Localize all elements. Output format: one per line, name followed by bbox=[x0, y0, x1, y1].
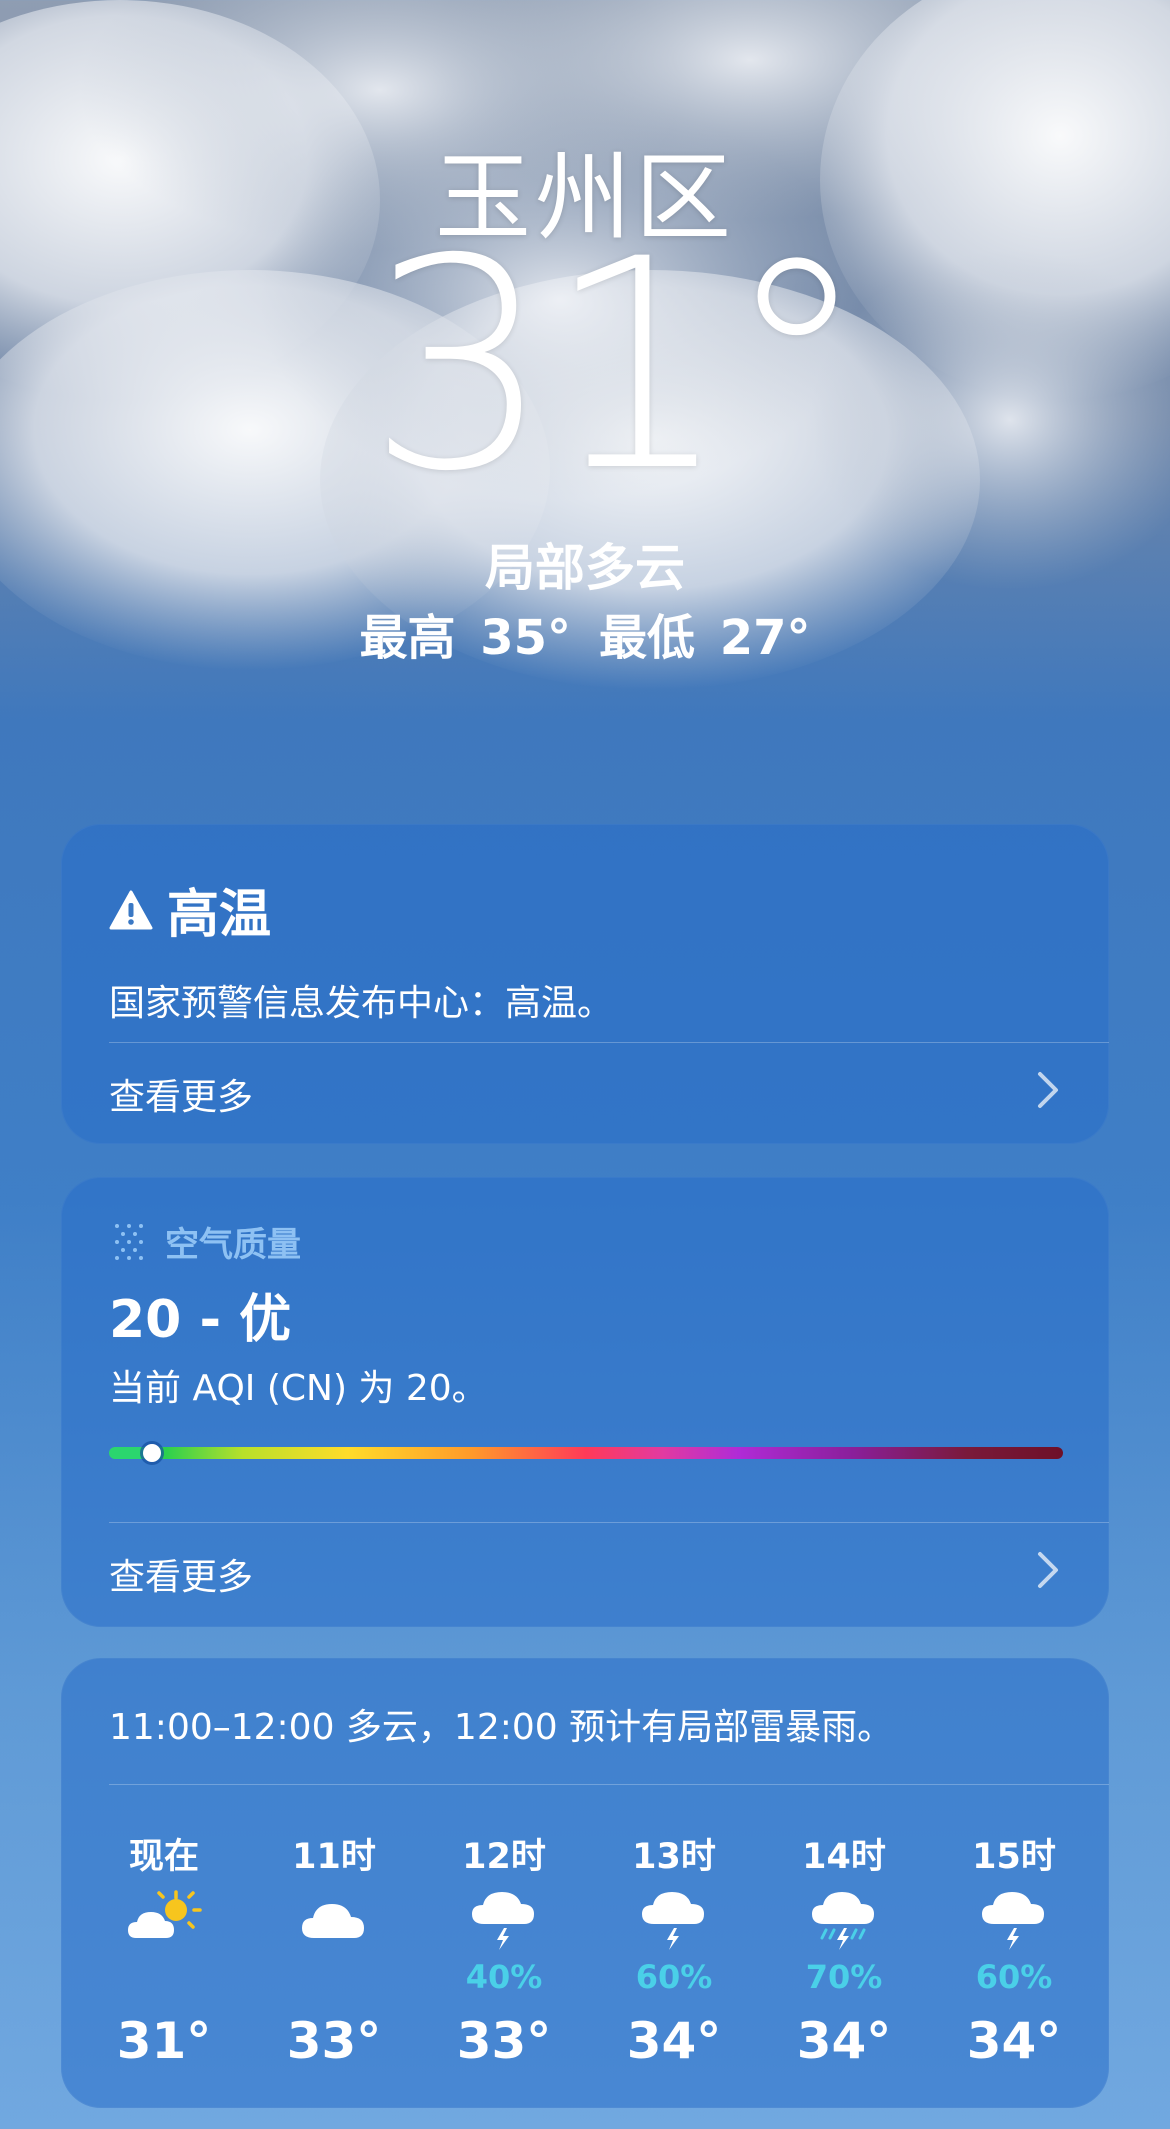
heavy-thunderstorm-icon bbox=[812, 1892, 874, 1950]
hour-label: 12时 bbox=[462, 1837, 546, 1877]
high-temperature: 最高 35° bbox=[359, 610, 571, 666]
alert-title-row: 高温 bbox=[109, 872, 271, 947]
precipitation-chance: 70% bbox=[805, 1958, 883, 1996]
hour-temperature: 31° bbox=[116, 2012, 212, 2070]
hourly-forecast-list[interactable]: 现在 31° 11时 33° 12时 40% 33° 13时 60% 34° 1… bbox=[89, 1828, 1089, 2078]
divider bbox=[109, 1042, 1109, 1043]
hourly-summary: 11:00–12:00 多云，12:00 预计有局部雷暴雨。 bbox=[109, 1707, 894, 1748]
chevron-right-icon[interactable] bbox=[1035, 1550, 1061, 1590]
aqi-header: 空气质量 bbox=[109, 1217, 301, 1266]
hour-label: 14时 bbox=[802, 1837, 886, 1877]
aqi-value: 20 - 优 bbox=[109, 1290, 292, 1350]
precipitation-chance: 60% bbox=[975, 1958, 1053, 1996]
hour-item: 11时 33° bbox=[259, 1828, 409, 2078]
air-quality-dots-icon bbox=[115, 1223, 143, 1260]
alert-see-more-link[interactable]: 查看更多 bbox=[109, 1068, 253, 1120]
hour-label: 13时 bbox=[632, 1837, 716, 1877]
aqi-header-label: 空气质量 bbox=[165, 1225, 301, 1265]
hour-item: 12时 40% 33° bbox=[429, 1828, 579, 2078]
hour-temperature: 34° bbox=[626, 2012, 722, 2070]
partly-sunny-icon bbox=[128, 1890, 202, 1938]
warning-triangle-icon bbox=[109, 890, 153, 929]
aqi-description: 当前 AQI (CN) 为 20。 bbox=[109, 1368, 488, 1409]
hour-temperature: 34° bbox=[796, 2012, 892, 2070]
low-temperature: 最低 27° bbox=[599, 610, 811, 666]
aqi-scale-indicator bbox=[142, 1444, 161, 1462]
precipitation-chance: 60% bbox=[635, 1958, 713, 1996]
aqi-scale-bar bbox=[109, 1444, 1063, 1462]
alert-message: 国家预警信息发布中心：高温。 bbox=[109, 983, 614, 1024]
hour-label: 15时 bbox=[972, 1837, 1056, 1877]
high-low-temperature: 最高 35° 最低 27° bbox=[0, 598, 1170, 668]
air-quality-card[interactable]: 空气质量 20 - 优 当前 AQI (CN) 为 20。 查看更多 bbox=[61, 1177, 1109, 1627]
divider bbox=[109, 1784, 1109, 1785]
weather-alert-card[interactable]: 高温 国家预警信息发布中心：高温。 查看更多 bbox=[61, 824, 1109, 1144]
thunderstorm-icon bbox=[642, 1892, 704, 1950]
aqi-see-more-link[interactable]: 查看更多 bbox=[109, 1548, 253, 1600]
weather-condition: 局部多云 bbox=[485, 539, 685, 597]
hour-temperature: 33° bbox=[286, 2012, 382, 2070]
thunderstorm-icon bbox=[982, 1892, 1044, 1950]
cloud-icon bbox=[302, 1904, 364, 1938]
current-temperature: 31° bbox=[366, 198, 869, 535]
precipitation-chance: 40% bbox=[465, 1958, 543, 1996]
divider bbox=[109, 1522, 1109, 1523]
hour-label: 现在 bbox=[128, 1837, 199, 1877]
hour-temperature: 34° bbox=[966, 2012, 1062, 2070]
hour-item: 14时 70% 34° bbox=[769, 1828, 919, 2078]
hour-temperature: 33° bbox=[456, 2012, 552, 2070]
thunderstorm-icon bbox=[472, 1892, 534, 1950]
hour-item: 现在 31° bbox=[89, 1828, 239, 2078]
hourly-forecast-card[interactable]: 11:00–12:00 多云，12:00 预计有局部雷暴雨。 现在 31° 11… bbox=[61, 1658, 1109, 2108]
alert-title: 高温 bbox=[167, 885, 272, 945]
hour-label: 11时 bbox=[292, 1837, 376, 1877]
hour-item: 13时 60% 34° bbox=[599, 1828, 749, 2078]
hour-item: 15时 60% 34° bbox=[939, 1828, 1089, 2078]
chevron-right-icon[interactable] bbox=[1035, 1070, 1061, 1110]
